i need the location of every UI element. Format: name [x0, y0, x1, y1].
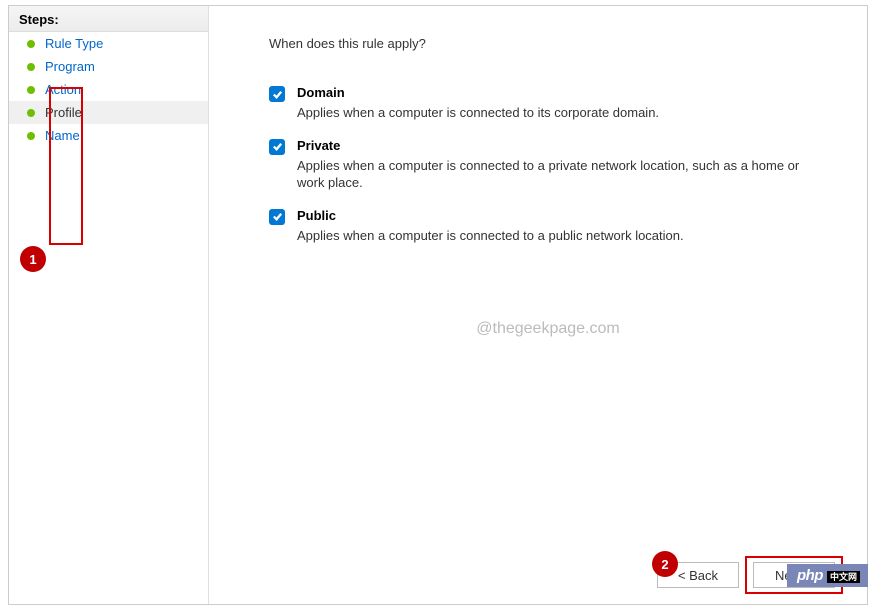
step-label: Name — [45, 128, 80, 143]
watermark-text: @thegeekpage.com — [269, 320, 827, 338]
php-watermark: php 中文网 — [787, 564, 868, 587]
option-title: Domain — [297, 85, 827, 100]
step-program[interactable]: Program — [9, 55, 208, 78]
checkmark-icon — [272, 141, 283, 152]
checkmark-icon — [272, 89, 283, 100]
step-name[interactable]: Name — [9, 124, 208, 147]
option-private: Private Applies when a computer is conne… — [269, 138, 827, 192]
steps-header: Steps: — [9, 6, 208, 32]
step-label: Action — [45, 82, 81, 97]
bullet-icon — [27, 86, 35, 94]
step-action[interactable]: Action — [9, 78, 208, 101]
checkbox-private[interactable] — [269, 139, 285, 155]
option-desc: Applies when a computer is connected to … — [297, 104, 817, 122]
step-profile[interactable]: Profile — [9, 101, 208, 124]
php-cn: 中文网 — [827, 571, 860, 583]
main-panel: When does this rule apply? Domain Applie… — [209, 6, 867, 604]
bullet-icon — [27, 63, 35, 71]
profile-options: Domain Applies when a computer is connec… — [269, 85, 827, 260]
checkbox-public[interactable] — [269, 209, 285, 225]
steps-sidebar: Steps: Rule Type Program Action Profile … — [9, 6, 209, 604]
option-desc: Applies when a computer is connected to … — [297, 227, 817, 245]
option-desc: Applies when a computer is connected to … — [297, 157, 817, 192]
wizard-window: Steps: Rule Type Program Action Profile … — [8, 5, 868, 605]
step-label: Rule Type — [45, 36, 103, 51]
step-label: Profile — [45, 105, 82, 120]
checkmark-icon — [272, 211, 283, 222]
rule-apply-question: When does this rule apply? — [269, 36, 827, 51]
option-public: Public Applies when a computer is connec… — [269, 208, 827, 245]
step-label: Program — [45, 59, 95, 74]
bullet-icon — [27, 40, 35, 48]
back-button[interactable]: < Back — [657, 562, 739, 588]
php-text: php — [797, 567, 823, 584]
option-title: Private — [297, 138, 827, 153]
option-title: Public — [297, 208, 827, 223]
option-domain: Domain Applies when a computer is connec… — [269, 85, 827, 122]
step-rule-type[interactable]: Rule Type — [9, 32, 208, 55]
checkbox-domain[interactable] — [269, 86, 285, 102]
bullet-icon — [27, 132, 35, 140]
bullet-icon — [27, 109, 35, 117]
